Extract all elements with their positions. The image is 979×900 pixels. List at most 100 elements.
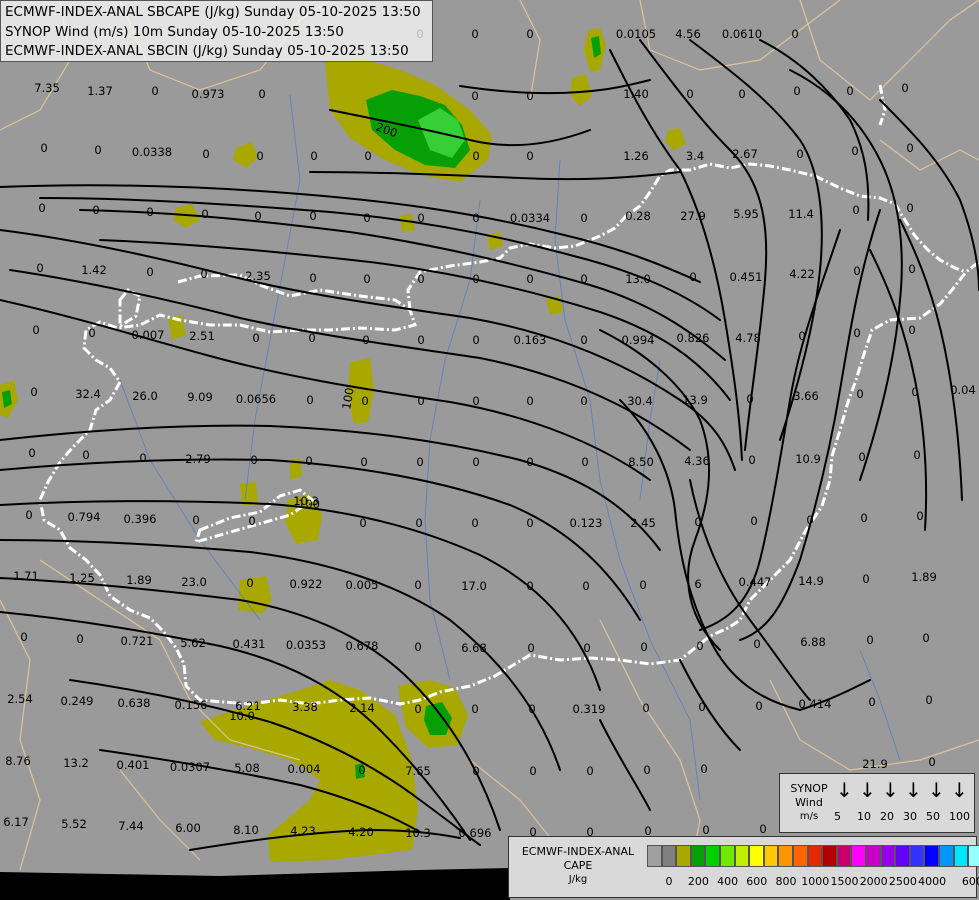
sbcin-value: 0 — [472, 149, 479, 163]
sbcin-value: 1.71 — [13, 569, 39, 583]
sbcin-value: 0.794 — [68, 510, 101, 524]
cape-color-swatch — [822, 845, 837, 867]
sbcin-value: 0 — [746, 392, 753, 406]
sbcin-value: 0 — [20, 630, 27, 644]
wind-legend-value: 20 — [880, 810, 894, 823]
cape-legend-tick: 200 — [687, 875, 709, 888]
sbcin-value: 0.28 — [625, 209, 651, 223]
sbcin-value: 0.396 — [124, 512, 157, 526]
sbcin-value: 7.65 — [405, 764, 431, 778]
sbcin-value: 0 — [358, 763, 365, 777]
sbcin-value: 0 — [689, 270, 696, 284]
cape-legend-tick: 2000 — [859, 875, 888, 888]
sbcin-value: 0 — [527, 641, 534, 655]
sbcin-value: 2.45 — [630, 516, 656, 530]
sbcin-value: 0.005 — [346, 578, 379, 592]
sbcin-value: 0.431 — [233, 637, 266, 651]
weather-map: 200 100 100 0000.01054.560.061007.351.37… — [0, 0, 979, 900]
sbcin-value: 6.68 — [461, 641, 487, 655]
sbcin-value: 0.0307 — [170, 760, 210, 774]
sbcin-value: 0 — [526, 455, 533, 469]
cape-color-swatch — [661, 845, 677, 867]
cape-legend-title-2: CAPE — [563, 859, 593, 872]
sbcin-value: 0 — [363, 211, 370, 225]
sbcin-value: 0 — [151, 84, 158, 98]
sbcin-value: 1.37 — [87, 84, 113, 98]
sbcin-value: 32.4 — [75, 387, 101, 401]
sbcin-value: 0 — [414, 578, 421, 592]
sbcin-value: 0 — [308, 331, 315, 345]
sbcin-value: 0.973 — [192, 87, 225, 101]
sbcin-value: 0 — [40, 141, 47, 155]
sbcin-value: 0 — [256, 149, 263, 163]
sbcin-value: 3.38 — [292, 700, 318, 714]
sbcin-value: 0 — [528, 702, 535, 716]
sbcin-value: 0 — [851, 144, 858, 158]
sbcin-value: 10.3 — [405, 826, 431, 840]
wind-arrow-icon: ↓ — [882, 778, 899, 802]
wind-arrow-icon: ↓ — [859, 778, 876, 802]
sbcin-value: 0 — [580, 333, 587, 347]
sbcin-value: 0 — [309, 209, 316, 223]
cape-legend-title: ECMWF-INDEX-ANAL CAPE J/kg — [513, 845, 643, 887]
sbcin-value: 10.0 — [229, 709, 255, 723]
sbcin-value: 4.56 — [675, 27, 701, 41]
sbcin-value: 0.678 — [346, 639, 379, 653]
sbcin-value: 0 — [94, 143, 101, 157]
sbcin-value: 0 — [360, 455, 367, 469]
sbcin-value: 0 — [700, 762, 707, 776]
sbcin-value: 0 — [642, 701, 649, 715]
sbcin-value: 0 — [696, 639, 703, 653]
sbcin-value: 0 — [417, 272, 424, 286]
cape-color-swatch — [705, 845, 720, 867]
sbcin-value: 0 — [643, 763, 650, 777]
cape-color-swatch — [778, 845, 793, 867]
sbcin-value: 0 — [36, 261, 43, 275]
sbcin-value: 3.66 — [793, 389, 819, 403]
sbcin-value: 0 — [415, 516, 422, 530]
sbcin-value: 0.123 — [570, 516, 603, 530]
cape-color-swatch — [851, 845, 866, 867]
sbcin-value: 0 — [30, 385, 37, 399]
sbcin-value: 0 — [748, 453, 755, 467]
cape-color-swatch — [720, 845, 735, 867]
sbcin-value: 0.414 — [799, 697, 832, 711]
sbcin-value: 0.0334 — [510, 211, 550, 225]
sbcin-value: 0 — [640, 640, 647, 654]
sbcin-value: 3.4 — [686, 149, 704, 163]
sbcin-value: 0 — [858, 450, 865, 464]
sbcin-value: 0.156 — [175, 698, 208, 712]
wind-legend-value: 100 — [949, 810, 970, 823]
sbcin-value: 7.44 — [118, 819, 144, 833]
sbcin-value: 0 — [82, 448, 89, 462]
sbcin-value: 0 — [866, 633, 873, 647]
sbcin-value: 0 — [901, 81, 908, 95]
sbcin-value: 0.163 — [514, 333, 547, 347]
sbcin-value: 0 — [258, 87, 265, 101]
cape-color-swatch — [968, 845, 979, 867]
sbcin-value: 0 — [922, 631, 929, 645]
wind-legend-title-1: SYNOP — [790, 782, 828, 795]
sbcin-value: 0.0353 — [286, 638, 326, 652]
sbcin-value: 1.89 — [126, 573, 152, 587]
sbcin-value: 0 — [738, 87, 745, 101]
wind-arrow-icon: ↓ — [951, 778, 968, 802]
sbcin-value: 0 — [639, 578, 646, 592]
cape-color-swatch — [866, 845, 881, 867]
sbcin-value: 0 — [526, 272, 533, 286]
sbcin-value: 0 — [868, 695, 875, 709]
sbcin-value: 0 — [846, 84, 853, 98]
sbcin-value: 0.0656 — [236, 392, 276, 406]
wind-legend: SYNOP Wind m/s ↓ 5 ↓ 10 ↓ 20 ↓ 30 ↓ 50 ↓ 100 — [779, 773, 975, 833]
cape-legend-title-1: ECMWF-INDEX-ANAL — [521, 845, 635, 858]
sbcin-value: 0 — [32, 323, 39, 337]
wind-legend-title: SYNOP Wind m/s — [784, 782, 834, 824]
wind-arrow-icon: ↓ — [905, 778, 922, 802]
sbcin-value: 0 — [472, 272, 479, 286]
cape-color-swatch — [953, 845, 969, 867]
sbcin-value: 0 — [580, 394, 587, 408]
cape-legend-tick: 6000 — [961, 875, 979, 888]
sbcin-value: 0 — [471, 27, 478, 41]
sbcin-value: 0 — [906, 141, 913, 155]
wind-legend-unit: m/s — [799, 811, 819, 822]
